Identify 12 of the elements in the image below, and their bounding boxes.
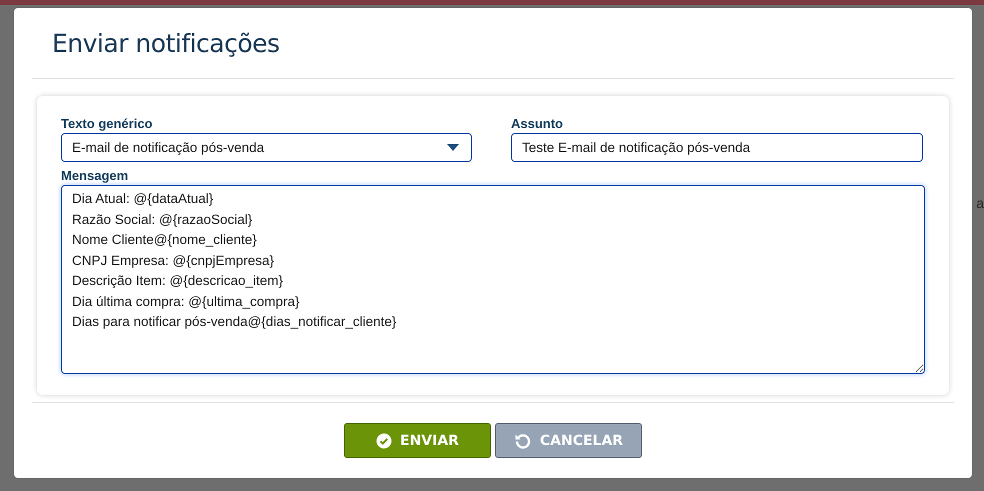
field-label: Texto genérico (61, 116, 154, 131)
dialog-title: Enviar notificações (52, 28, 280, 58)
check-circle-icon (376, 432, 392, 448)
message-field[interactable]: Dia Atual: @{dataAtual} Razão Social: @{razaoSocial} Nome Cliente@{nome_cliente} CNPJ Empresa: @{cnpjEmpresa} Descrição Item: @{descricao_item} Dia última compra: @{ultima_compra} Dias para notificar pós-venda@{dias_notificar_cliente} (61, 185, 925, 374)
caret-icon (447, 144, 459, 151)
subject-field[interactable]: Teste E-mail de notificação pós-venda (511, 133, 923, 162)
template-select[interactable]: E-mail de notificação pós-venda (61, 133, 472, 162)
background-text: a (976, 195, 984, 211)
field-label: Mensagem (61, 168, 130, 183)
field-label: Assunto (511, 116, 564, 131)
undo-icon (514, 432, 532, 450)
send-button[interactable]: ENVIAR (344, 423, 491, 458)
